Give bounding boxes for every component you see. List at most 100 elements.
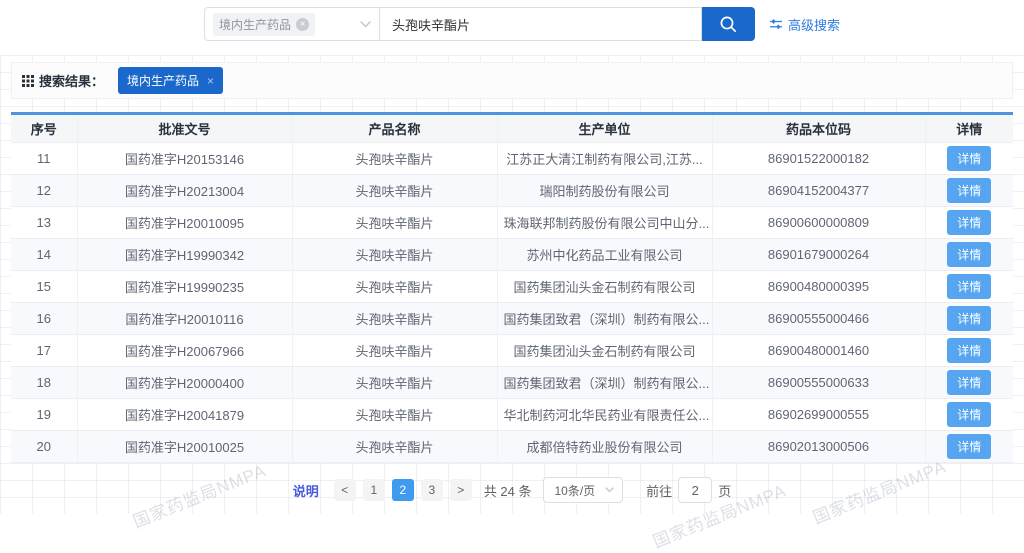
results-table-body: 11国药准字H20153146头孢呋辛酯片江苏正大清江制药有限公司,江苏...8… [11,142,1013,462]
row-approval-number: 国药准字H20010025 [77,430,292,462]
selected-category-label: 境内生产药品 [219,16,291,33]
goto-label: 前往 [646,481,672,500]
row-detail-cell: 详情 [925,238,1013,270]
table-row: 12国药准字H20213004头孢呋辛酯片瑞阳制药股份有限公司869041520… [11,174,1013,206]
results-filter-tag[interactable]: 境内生产药品 × [118,67,223,94]
row-manufacturer: 国药集团汕头金石制药有限公司 [497,270,712,302]
search-bar: 境内生产药品 × 高级搜索 [204,7,840,41]
column-header-no: 序号 [11,115,77,142]
table-row: 16国药准字H20010116头孢呋辛酯片国药集团致君（深圳）制药有限公...8… [11,302,1013,334]
detail-button[interactable]: 详情 [947,434,991,459]
row-code: 86902013000506 [712,430,925,462]
row-approval-number: 国药准字H20000400 [77,366,292,398]
filter-sliders-icon [769,17,783,31]
row-manufacturer: 瑞阳制药股份有限公司 [497,174,712,206]
table-row: 18国药准字H20000400头孢呋辛酯片国药集团致君（深圳）制药有限公...8… [11,366,1013,398]
row-manufacturer: 华北制药河北华民药业有限责任公... [497,398,712,430]
row-no: 19 [11,398,77,430]
row-approval-number: 国药准字H20067966 [77,334,292,366]
row-no: 17 [11,334,77,366]
detail-button[interactable]: 详情 [947,370,991,395]
row-code: 86904152004377 [712,174,925,206]
row-code: 86900600000809 [712,206,925,238]
table-row: 11国药准字H20153146头孢呋辛酯片江苏正大清江制药有限公司,江苏...8… [11,142,1013,174]
row-product-name: 头孢呋辛酯片 [292,238,497,270]
row-product-name: 头孢呋辛酯片 [292,430,497,462]
results-table: 序号 批准文号 产品名称 生产单位 药品本位码 详情 11国药准字H201531… [11,112,1013,463]
column-header-detail: 详情 [925,115,1013,142]
row-detail-cell: 详情 [925,270,1013,302]
page-number-buttons: 123 [363,479,443,501]
detail-button[interactable]: 详情 [947,242,991,267]
results-filter-tag-label: 境内生产药品 [127,72,199,89]
row-approval-number: 国药准字H20010116 [77,302,292,334]
total-count-label: 共 24 条 [484,481,532,500]
page-button-2[interactable]: 2 [392,479,414,501]
detail-button[interactable]: 详情 [947,306,991,331]
page-size-value: 10条/页 [554,482,595,499]
table-header-row: 序号 批准文号 产品名称 生产单位 药品本位码 详情 [11,115,1013,142]
row-code: 86901522000182 [712,142,925,174]
detail-button[interactable]: 详情 [947,178,991,203]
advanced-search-link[interactable]: 高级搜索 [769,15,840,34]
row-manufacturer: 国药集团致君（深圳）制药有限公... [497,366,712,398]
row-code: 86902699000555 [712,398,925,430]
column-header-approval: 批准文号 [77,115,292,142]
row-manufacturer: 成都倍特药业股份有限公司 [497,430,712,462]
row-manufacturer: 江苏正大清江制药有限公司,江苏... [497,142,712,174]
detail-button[interactable]: 详情 [947,338,991,363]
row-product-name: 头孢呋辛酯片 [292,334,497,366]
search-category-select[interactable]: 境内生产药品 × [204,7,380,41]
row-no: 12 [11,174,77,206]
prev-page-button[interactable]: < [334,479,356,501]
row-product-name: 头孢呋辛酯片 [292,398,497,430]
search-icon [719,15,738,34]
row-approval-number: 国药准字H19990235 [77,270,292,302]
detail-button[interactable]: 详情 [947,210,991,235]
results-label-text: 搜索结果： [39,71,104,90]
column-header-manufacturer: 生产单位 [497,115,712,142]
advanced-search-label: 高级搜索 [788,15,840,34]
goto-page-group: 前往 页 [646,477,731,503]
row-no: 20 [11,430,77,462]
row-approval-number: 国药准字H20010095 [77,206,292,238]
row-no: 18 [11,366,77,398]
clear-category-icon[interactable]: × [296,18,309,31]
page-button-1[interactable]: 1 [363,479,385,501]
detail-button[interactable]: 详情 [947,402,991,427]
pagination-bar: 说明 < 123 > 共 24 条 10条/页 前往 页 [0,477,1024,503]
goto-page-input[interactable] [678,477,712,503]
row-manufacturer: 珠海联邦制药股份有限公司中山分... [497,206,712,238]
column-header-code: 药品本位码 [712,115,925,142]
column-header-product: 产品名称 [292,115,497,142]
search-results-bar: 搜索结果： 境内生产药品 × [11,62,1013,99]
page-size-select[interactable]: 10条/页 [543,477,623,503]
table-row: 14国药准字H19990342头孢呋辛酯片苏州中化药品工业有限公司8690167… [11,238,1013,270]
remove-filter-icon[interactable]: × [207,75,214,87]
search-input[interactable] [380,7,702,41]
detail-button[interactable]: 详情 [947,274,991,299]
row-code: 86900555000466 [712,302,925,334]
table-row: 20国药准字H20010025头孢呋辛酯片成都倍特药业股份有限公司8690201… [11,430,1013,462]
note-link[interactable]: 说明 [293,481,319,500]
row-code: 86900480001460 [712,334,925,366]
detail-button[interactable]: 详情 [947,146,991,171]
row-product-name: 头孢呋辛酯片 [292,174,497,206]
goto-suffix-label: 页 [718,481,731,500]
search-button[interactable] [702,7,755,41]
row-detail-cell: 详情 [925,366,1013,398]
row-product-name: 头孢呋辛酯片 [292,302,497,334]
results-label: 搜索结果： [22,71,104,90]
page-button-3[interactable]: 3 [421,479,443,501]
table-row: 19国药准字H20041879头孢呋辛酯片华北制药河北华民药业有限责任公...8… [11,398,1013,430]
row-no: 16 [11,302,77,334]
row-detail-cell: 详情 [925,206,1013,238]
row-manufacturer: 苏州中化药品工业有限公司 [497,238,712,270]
row-detail-cell: 详情 [925,174,1013,206]
row-product-name: 头孢呋辛酯片 [292,366,497,398]
next-page-button[interactable]: > [450,479,472,501]
row-detail-cell: 详情 [925,430,1013,462]
row-no: 14 [11,238,77,270]
row-approval-number: 国药准字H20213004 [77,174,292,206]
row-detail-cell: 详情 [925,302,1013,334]
